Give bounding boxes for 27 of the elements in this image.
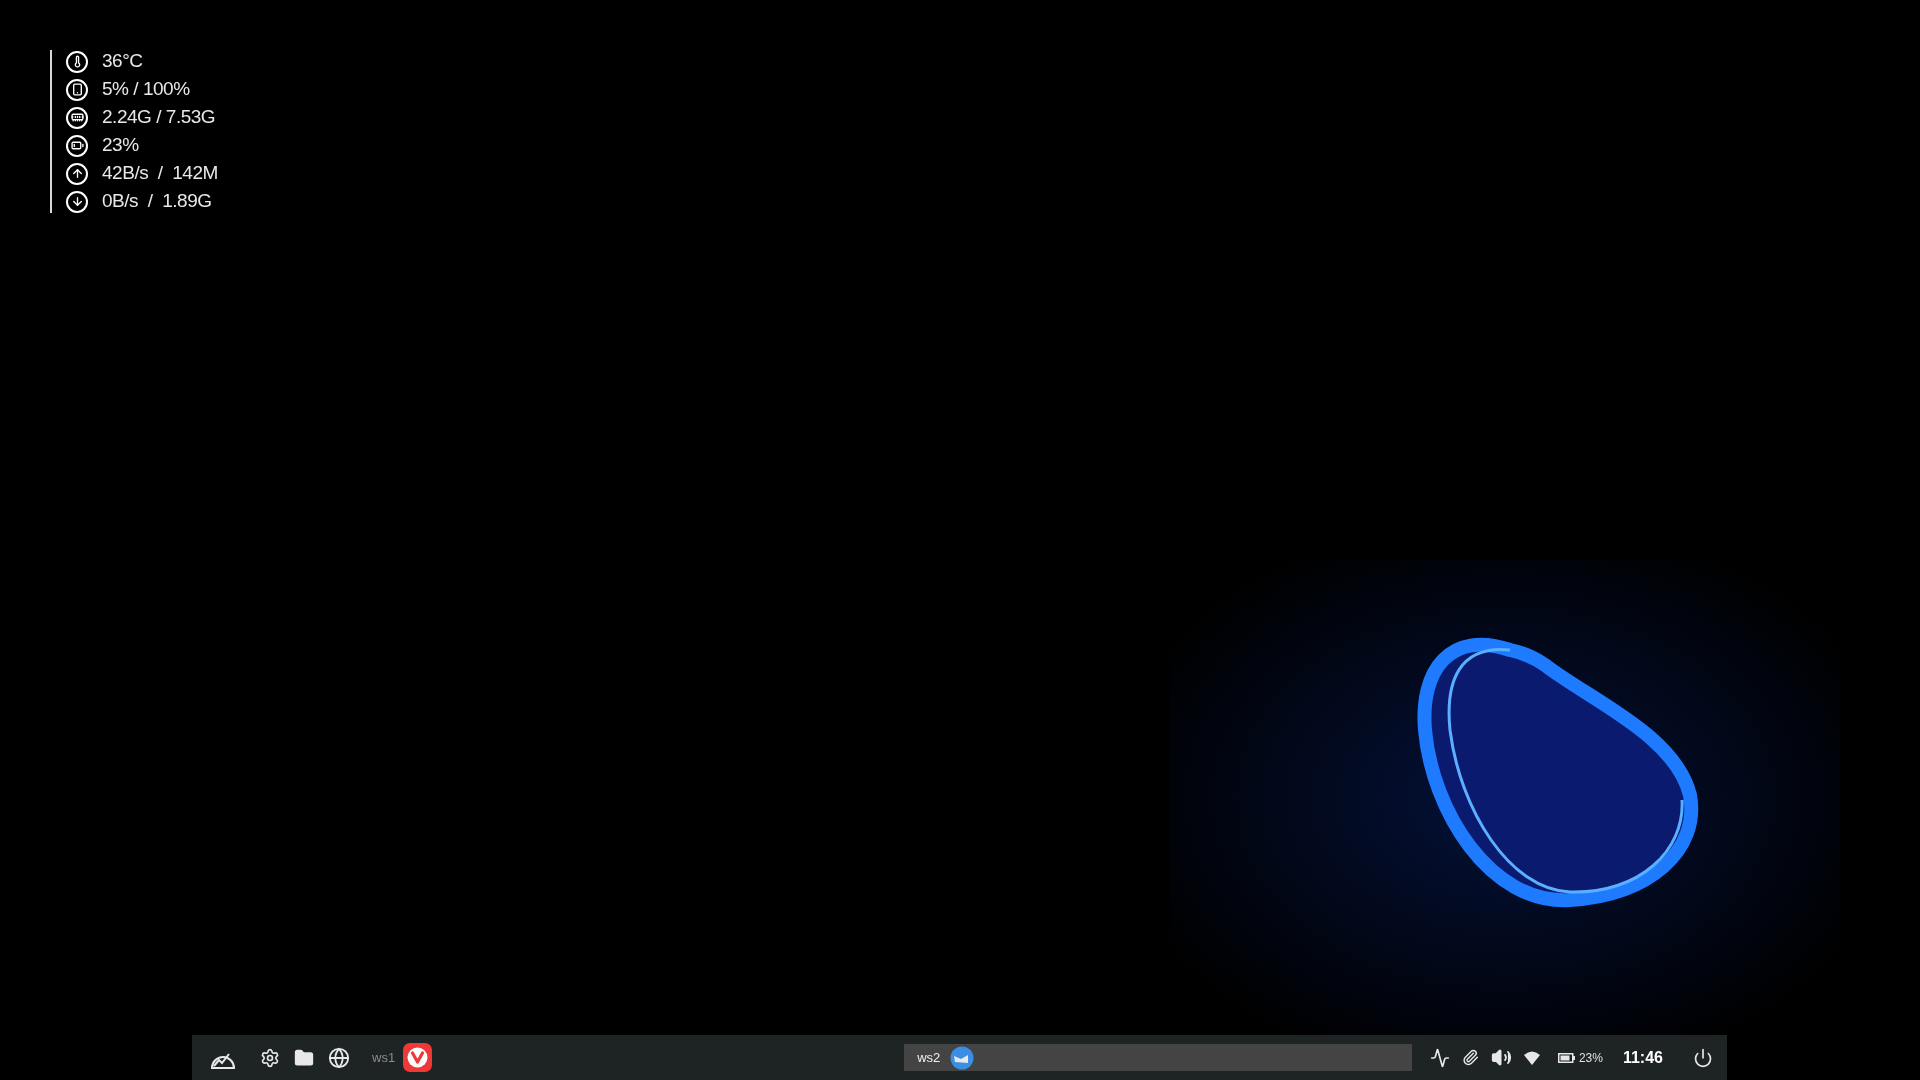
stat-value: 36°C: [102, 49, 143, 74]
power-icon[interactable]: [1693, 1047, 1713, 1068]
activity-icon[interactable]: [1429, 1047, 1450, 1068]
globe-icon[interactable]: [328, 1046, 350, 1069]
stat-value: 23%: [102, 133, 139, 158]
battery-percent: 23%: [1578, 1049, 1603, 1067]
storage-icon: [66, 78, 88, 101]
stat-value: 42B/s / 142M: [102, 161, 218, 186]
thermometer-icon: [66, 50, 88, 73]
memory-chip-icon: [66, 106, 88, 129]
workspace-label[interactable]: ws1: [372, 1047, 396, 1068]
battery-icon[interactable]: [1557, 1052, 1575, 1063]
folder-icon[interactable]: [294, 1047, 314, 1068]
mail-app-icon[interactable]: [950, 1045, 975, 1070]
browser-app-icon[interactable]: [403, 1043, 433, 1072]
stat-value: 5% / 100%: [102, 77, 190, 102]
wifi-icon[interactable]: [1523, 1050, 1540, 1065]
workspace-label[interactable]: ws2: [917, 1047, 941, 1068]
active-workspace[interactable]: ws2: [904, 1044, 1412, 1071]
paperclip-icon[interactable]: [1461, 1049, 1479, 1066]
battery-icon: [66, 134, 88, 157]
stat-value: 2.24G / 7.53G: [102, 105, 216, 130]
volume-icon[interactable]: [1490, 1047, 1512, 1068]
stat-value: 0B/s / 1.89G: [102, 189, 212, 214]
workspace[interactable]: ws1: [372, 1044, 433, 1071]
settings-icon[interactable]: [260, 1047, 280, 1068]
clock[interactable]: 11:46: [1622, 1045, 1663, 1070]
